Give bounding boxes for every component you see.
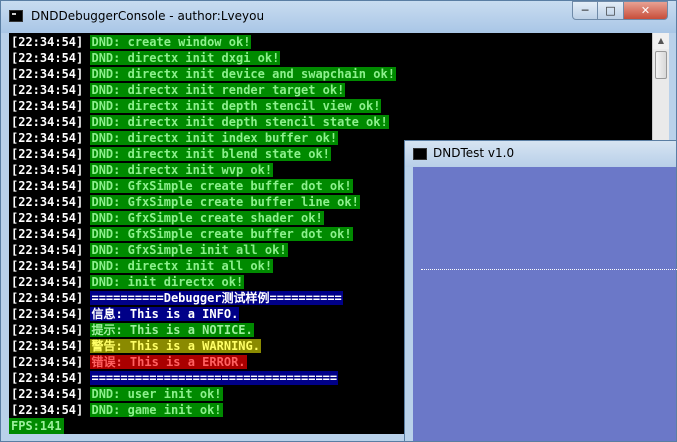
console-window-title: DNDDebuggerConsole - author:Lveyou: [31, 9, 265, 23]
log-message: 提示: This is a NOTICE.: [90, 323, 254, 337]
log-message: DND: directx init depth stencil view ok!: [90, 99, 382, 113]
log-timestamp: [22:34:54]: [11, 83, 84, 97]
minimize-button[interactable]: ─: [572, 1, 598, 20]
log-timestamp: [22:34:54]: [11, 355, 84, 369]
fps-counter: FPS:141: [9, 418, 64, 434]
log-line: [22:34:54] DND: directx init dxgi ok!: [11, 50, 281, 66]
log-line: [22:34:54] DND: directx init all ok!: [11, 258, 274, 274]
log-message: DND: GfxSimple create buffer line ok!: [90, 195, 360, 209]
log-message: DND: directx init blend state ok!: [90, 147, 331, 161]
log-line: [22:34:54] DND: directx init depth stenc…: [11, 98, 382, 114]
log-message: DND: create window ok!: [90, 35, 252, 49]
log-timestamp: [22:34:54]: [11, 195, 84, 209]
scroll-up-arrow-icon[interactable]: ▲: [653, 33, 669, 49]
dndtest-render-area[interactable]: [413, 167, 677, 441]
log-timestamp: [22:34:54]: [11, 307, 84, 321]
log-timestamp: [22:34:54]: [11, 387, 84, 401]
log-message: 错误: This is a ERROR.: [90, 355, 247, 369]
log-timestamp: [22:34:54]: [11, 131, 84, 145]
log-line: [22:34:54] 信息: This is a INFO.: [11, 306, 240, 322]
log-timestamp: [22:34:54]: [11, 211, 84, 225]
console-app-icon: [9, 10, 23, 22]
log-message: DND: directx init wvp ok!: [90, 163, 274, 177]
log-timestamp: [22:34:54]: [11, 67, 84, 81]
log-line: [22:34:54] DND: directx init device and …: [11, 66, 396, 82]
dndtest-app-icon: [413, 148, 427, 160]
dotted-line: [421, 269, 677, 270]
log-message: DND: directx init all ok!: [90, 259, 274, 273]
log-line: [22:34:54] DND: init directx ok!: [11, 274, 245, 290]
log-timestamp: [22:34:54]: [11, 371, 84, 385]
log-message: DND: directx init index buffer ok!: [90, 131, 339, 145]
log-message: 警告: This is a WARNING.: [90, 339, 261, 353]
log-message: DND: directx init device and swapchain o…: [90, 67, 396, 81]
log-line: [22:34:54] 提示: This is a NOTICE.: [11, 322, 254, 338]
log-timestamp: [22:34:54]: [11, 259, 84, 273]
log-line: [22:34:54] DND: create window ok!: [11, 34, 252, 50]
log-timestamp: [22:34:54]: [11, 227, 84, 241]
log-line: [22:34:54] DND: directx init blend state…: [11, 146, 331, 162]
log-timestamp: [22:34:54]: [11, 115, 84, 129]
log-timestamp: [22:34:54]: [11, 99, 84, 113]
log-line: [22:34:54] DND: directx init render targ…: [11, 82, 346, 98]
log-line: [22:34:54] DND: user init ok!: [11, 386, 223, 402]
log-timestamp: [22:34:54]: [11, 403, 84, 417]
log-timestamp: [22:34:54]: [11, 147, 84, 161]
log-line: [22:34:54] DND: GfxSimple create buffer …: [11, 194, 360, 210]
log-timestamp: [22:34:54]: [11, 323, 84, 337]
log-message: ==========Debugger测试样例==========: [90, 291, 343, 305]
dndtest-titlebar[interactable]: DNDTest v1.0: [405, 141, 676, 167]
log-line: [22:34:54] 警告: This is a WARNING.: [11, 338, 261, 354]
scroll-thumb[interactable]: [655, 51, 667, 79]
log-line: [22:34:54] DND: GfxSimple create buffer …: [11, 178, 353, 194]
log-message: ==================================: [90, 371, 339, 385]
log-line: [22:34:54] DND: directx init depth stenc…: [11, 114, 389, 130]
log-line: [22:34:54] DND: directx init index buffe…: [11, 130, 339, 146]
log-message: DND: game init ok!: [90, 403, 223, 417]
log-message: DND: GfxSimple create buffer dot ok!: [90, 179, 353, 193]
log-line: [22:34:54] DND: GfxSimple init all ok!: [11, 242, 288, 258]
maximize-button[interactable]: □: [598, 1, 624, 20]
log-line: [22:34:54] DND: game init ok!: [11, 402, 223, 418]
log-line: [22:34:54] 错误: This is a ERROR.: [11, 354, 247, 370]
log-timestamp: [22:34:54]: [11, 51, 84, 65]
log-line: [22:34:54] ==========Debugger测试样例=======…: [11, 290, 343, 306]
log-message: DND: directx init dxgi ok!: [90, 51, 281, 65]
log-message: DND: directx init depth stencil state ok…: [90, 115, 389, 129]
log-timestamp: [22:34:54]: [11, 275, 84, 289]
log-message: DND: GfxSimple create shader ok!: [90, 211, 324, 225]
log-timestamp: [22:34:54]: [11, 163, 84, 177]
log-message: DND: directx init render target ok!: [90, 83, 346, 97]
log-message: DND: init directx ok!: [90, 275, 245, 289]
log-line: [22:34:54] DND: directx init wvp ok!: [11, 162, 274, 178]
log-timestamp: [22:34:54]: [11, 291, 84, 305]
log-timestamp: [22:34:54]: [11, 339, 84, 353]
dndtest-window-title: DNDTest v1.0: [433, 146, 515, 160]
log-message: DND: GfxSimple create buffer dot ok!: [90, 227, 353, 241]
log-message: DND: user init ok!: [90, 387, 223, 401]
window-controls: ─ □ ✕: [572, 1, 668, 20]
log-message: DND: GfxSimple init all ok!: [90, 243, 288, 257]
log-timestamp: [22:34:54]: [11, 243, 84, 257]
log-timestamp: [22:34:54]: [11, 179, 84, 193]
log-message: 信息: This is a INFO.: [90, 307, 240, 321]
log-line: [22:34:54] =============================…: [11, 370, 339, 386]
log-timestamp: [22:34:54]: [11, 35, 84, 49]
dndtest-window: DNDTest v1.0: [404, 140, 677, 442]
console-titlebar[interactable]: DNDDebuggerConsole - author:Lveyou ─ □ ✕: [1, 1, 676, 33]
log-line: [22:34:54] DND: GfxSimple create buffer …: [11, 226, 353, 242]
log-line: [22:34:54] DND: GfxSimple create shader …: [11, 210, 324, 226]
close-button[interactable]: ✕: [624, 1, 668, 20]
